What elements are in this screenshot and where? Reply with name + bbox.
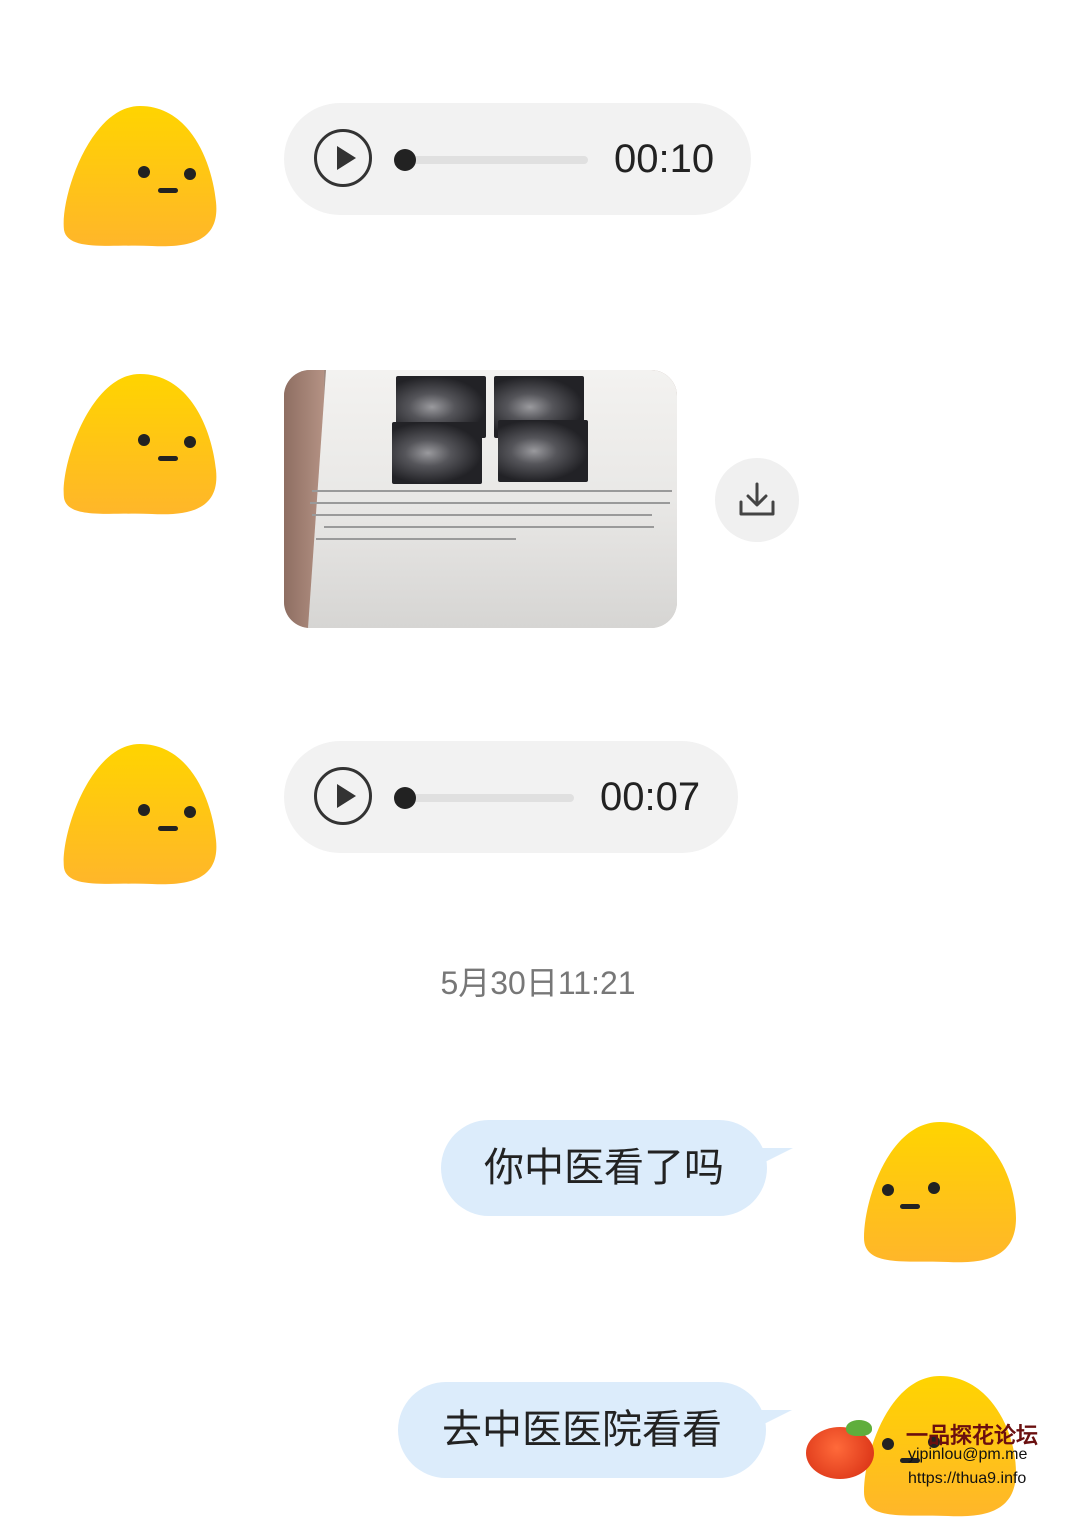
voice-message[interactable]: 00:07 <box>284 741 738 853</box>
sent-text-message[interactable]: 去中医医院看看 <box>398 1382 792 1478</box>
bubble-tail <box>748 1410 792 1432</box>
message-text: 你中医看了吗 <box>484 1145 724 1191</box>
voice-message[interactable]: 00:10 <box>284 103 751 215</box>
sent-text-message[interactable]: 你中医看了吗 <box>441 1120 793 1216</box>
voice-progress-track[interactable] <box>404 794 574 802</box>
image-message[interactable] <box>284 370 677 628</box>
chat-timestamp: 5月30日11:21 <box>440 965 636 1001</box>
document-text-line <box>316 538 516 540</box>
contact-avatar[interactable] <box>62 102 218 250</box>
play-icon[interactable] <box>314 767 372 825</box>
yellow-blob-avatar-icon <box>63 106 217 247</box>
yellow-blob-avatar-icon <box>864 1122 1016 1263</box>
voice-progress-knob[interactable] <box>394 787 416 809</box>
voice-progress-knob[interactable] <box>394 149 416 171</box>
voice-duration: 00:07 <box>600 775 701 819</box>
yellow-blob-avatar-icon <box>63 744 217 885</box>
my-avatar[interactable] <box>862 1118 1018 1266</box>
document-text-line <box>312 490 672 492</box>
document-text-line <box>324 526 654 528</box>
bubble-tail <box>749 1148 793 1170</box>
watermark-leaf-icon <box>846 1420 872 1436</box>
download-button[interactable] <box>715 458 799 542</box>
document-text-line <box>310 502 670 504</box>
play-icon[interactable] <box>314 129 372 187</box>
watermark-url: https://thua9.info <box>908 1470 1027 1487</box>
yellow-blob-avatar-icon <box>63 374 217 515</box>
message-text: 去中医医院看看 <box>442 1407 722 1453</box>
photo-document <box>308 370 677 628</box>
contact-avatar[interactable] <box>62 740 218 888</box>
download-icon <box>739 482 775 516</box>
ultrasound-scan <box>392 422 482 484</box>
voice-progress-track[interactable] <box>404 156 588 164</box>
ultrasound-scan <box>498 420 588 482</box>
document-text-line <box>312 514 652 516</box>
voice-duration: 00:10 <box>614 137 715 181</box>
watermark-email: yipinlou@pm.me <box>908 1446 1028 1463</box>
contact-avatar[interactable] <box>62 370 218 518</box>
